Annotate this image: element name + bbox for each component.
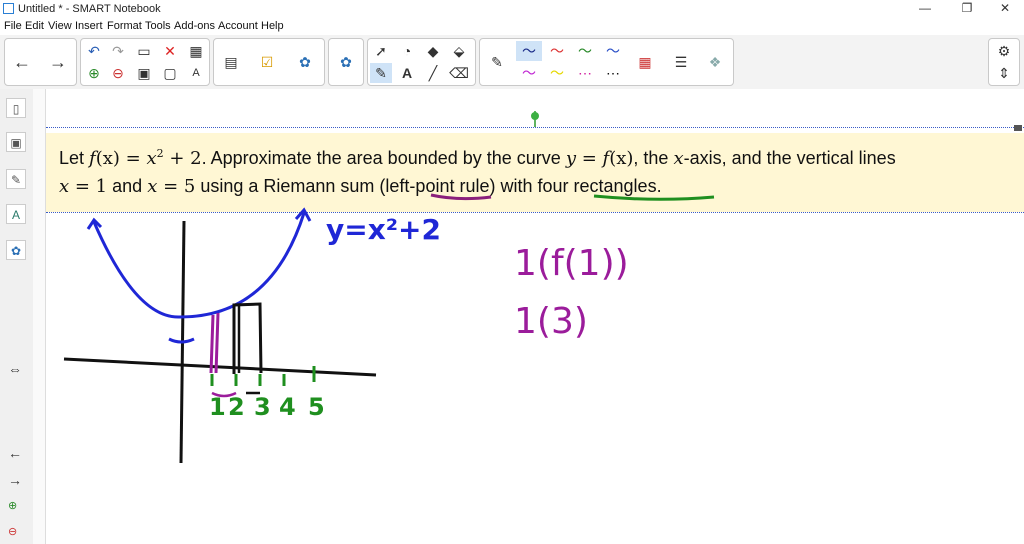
edit-group: ↶ ↷ ▭ ✕ ▦ ⊕ ⊖ ▣ ▢ A: [80, 38, 210, 86]
menu-insert[interactable]: Insert: [75, 20, 103, 32]
paint-icon[interactable]: ⬙: [448, 41, 470, 61]
shapes-icon[interactable]: ◔: [396, 41, 418, 61]
delete-page-icon[interactable]: ⊖: [107, 63, 129, 83]
menu-tools[interactable]: Tools: [145, 20, 171, 32]
delete-page-sidebar-icon[interactable]: ⊖: [8, 525, 17, 538]
tools-group: ▤ ☑ ✿: [213, 38, 325, 86]
menu-edit[interactable]: Edit: [25, 20, 44, 32]
pen-group: ✎ 〜 〜 〜 〜 〜 〜 ⋯ ⋯ ▦ ☰ ❖: [479, 38, 734, 86]
add-page-icon[interactable]: ⊕: [83, 63, 105, 83]
four-rectangles-underline: [593, 194, 715, 201]
forward-arrow-icon[interactable]: →: [47, 52, 69, 72]
parabola-stroke: [92, 212, 306, 319]
page-sorter-icon[interactable]: ▯: [6, 98, 26, 118]
menu-addons[interactable]: Add-ons: [174, 20, 215, 32]
tick-label-4: 4: [279, 393, 296, 421]
pen-color-magenta[interactable]: 〜: [516, 63, 542, 83]
whiteboard-canvas[interactable]: Let f(x) = x2 + 2. Approximate the area …: [46, 89, 1024, 544]
menu-view[interactable]: View: [48, 20, 72, 32]
lab-icon[interactable]: ✿: [335, 52, 357, 72]
addon-icon[interactable]: ✿: [294, 52, 316, 72]
prev-page-icon[interactable]: ←: [8, 445, 22, 461]
vertical-scrollbar[interactable]: [33, 89, 46, 544]
eraser-icon[interactable]: ⌫: [448, 63, 470, 83]
menu-bar: File Edit View Insert Format Tools Add-o…: [0, 18, 1024, 35]
pen-icon[interactable]: ✎: [486, 52, 508, 72]
pen-color-yellow[interactable]: 〜: [544, 63, 570, 83]
pen-select-icon[interactable]: ✎: [370, 63, 392, 83]
tick-label-1: 1: [209, 393, 226, 421]
window-title: Untitled * - SMART Notebook: [18, 3, 161, 15]
menu-format[interactable]: Format: [107, 20, 142, 32]
rotate-handle[interactable]: [531, 112, 539, 120]
tick-label-5: 5: [308, 393, 325, 421]
response-icon[interactable]: ☑: [256, 52, 278, 72]
close-button[interactable]: ✕: [990, 1, 1020, 17]
gear-icon[interactable]: ⚙: [993, 41, 1015, 61]
back-arrow-icon[interactable]: ←: [11, 52, 33, 72]
nav-group: ← →: [4, 38, 77, 86]
redo-icon[interactable]: ↷: [107, 41, 129, 61]
select-group: ➚ ◔ ◆ ⬙ ✎ A ╱ ⌫: [367, 38, 476, 86]
pen-color-red[interactable]: 〜: [544, 41, 570, 61]
left-point-underline: [430, 193, 492, 201]
save-icon[interactable]: ▣: [133, 63, 155, 83]
document-camera-icon[interactable]: ▤: [220, 52, 242, 72]
x-axis-stroke: [63, 357, 377, 377]
settings-group: ⚙ ⇕: [988, 38, 1020, 86]
add-page-sidebar-icon[interactable]: ⊕: [8, 499, 17, 512]
restore-button[interactable]: ❐: [952, 1, 982, 17]
paste-icon[interactable]: ▭: [133, 41, 155, 61]
sidebar: ▯ ▣ ✎ A ✿ ⇔ ← → ⊕ ⊖: [0, 89, 34, 544]
work-line-1: 1(f(1)): [514, 243, 629, 284]
line-icon[interactable]: ╱: [422, 63, 444, 83]
text-icon[interactable]: A: [396, 63, 418, 83]
equation-label: y=x²+2: [326, 213, 441, 246]
undo-icon[interactable]: ↶: [83, 41, 105, 61]
line-style-icon[interactable]: ☰: [670, 52, 692, 72]
screen-shade-icon[interactable]: ▢: [159, 63, 181, 83]
tick-label-3: 3: [254, 393, 271, 421]
app-icon: [3, 3, 14, 14]
purple-rect-left: [209, 314, 215, 374]
select-arrow-icon[interactable]: ➚: [370, 41, 392, 61]
minimize-button[interactable]: —: [910, 1, 940, 17]
table-icon[interactable]: ▦: [185, 41, 207, 61]
pen-color-darkblue[interactable]: 〜: [516, 41, 542, 61]
tick-label-2: 2: [228, 393, 245, 421]
next-page-icon[interactable]: →: [8, 472, 22, 488]
fill-icon[interactable]: ◆: [422, 41, 444, 61]
fill-effects-icon[interactable]: ❖: [704, 52, 726, 72]
text-format-icon[interactable]: A: [185, 63, 207, 83]
addons-sidebar-icon[interactable]: ✿: [6, 240, 26, 260]
purple-rect-left-2: [214, 312, 220, 374]
delete-icon[interactable]: ✕: [159, 41, 181, 61]
menu-help[interactable]: Help: [261, 20, 284, 32]
resize-sidebar-icon[interactable]: ⇔: [8, 361, 22, 377]
toolbar: ← → ↶ ↷ ▭ ✕ ▦ ⊕ ⊖ ▣ ▢ A ▤ ☑ ✿ ✿ ➚ ◔ ◆ ⬙ …: [0, 35, 1024, 90]
color-palette-icon[interactable]: ▦: [634, 52, 656, 72]
extras-group: ✿: [328, 38, 364, 86]
properties-icon[interactable]: A: [6, 204, 26, 224]
attachments-icon[interactable]: ✎: [6, 169, 26, 189]
pen-color-blue[interactable]: 〜: [600, 41, 626, 61]
ink-layer: 1 2 3 4 5 y=x²+2 1(f(1)) 1(3): [63, 111, 1022, 464]
title-bar: Untitled * - SMART Notebook — ❐ ✕: [0, 0, 1024, 18]
move-toolbar-icon[interactable]: ⇕: [993, 63, 1015, 83]
pen-color-pink[interactable]: ⋯: [572, 63, 598, 83]
pen-color-green[interactable]: 〜: [572, 41, 598, 61]
page-menu-handle[interactable]: [1014, 125, 1022, 131]
pen-color-black[interactable]: ⋯: [600, 63, 626, 83]
work-line-2: 1(3): [514, 301, 588, 342]
gallery-icon[interactable]: ▣: [6, 132, 26, 152]
menu-account[interactable]: Account: [218, 20, 258, 32]
menu-file[interactable]: File: [4, 20, 22, 32]
